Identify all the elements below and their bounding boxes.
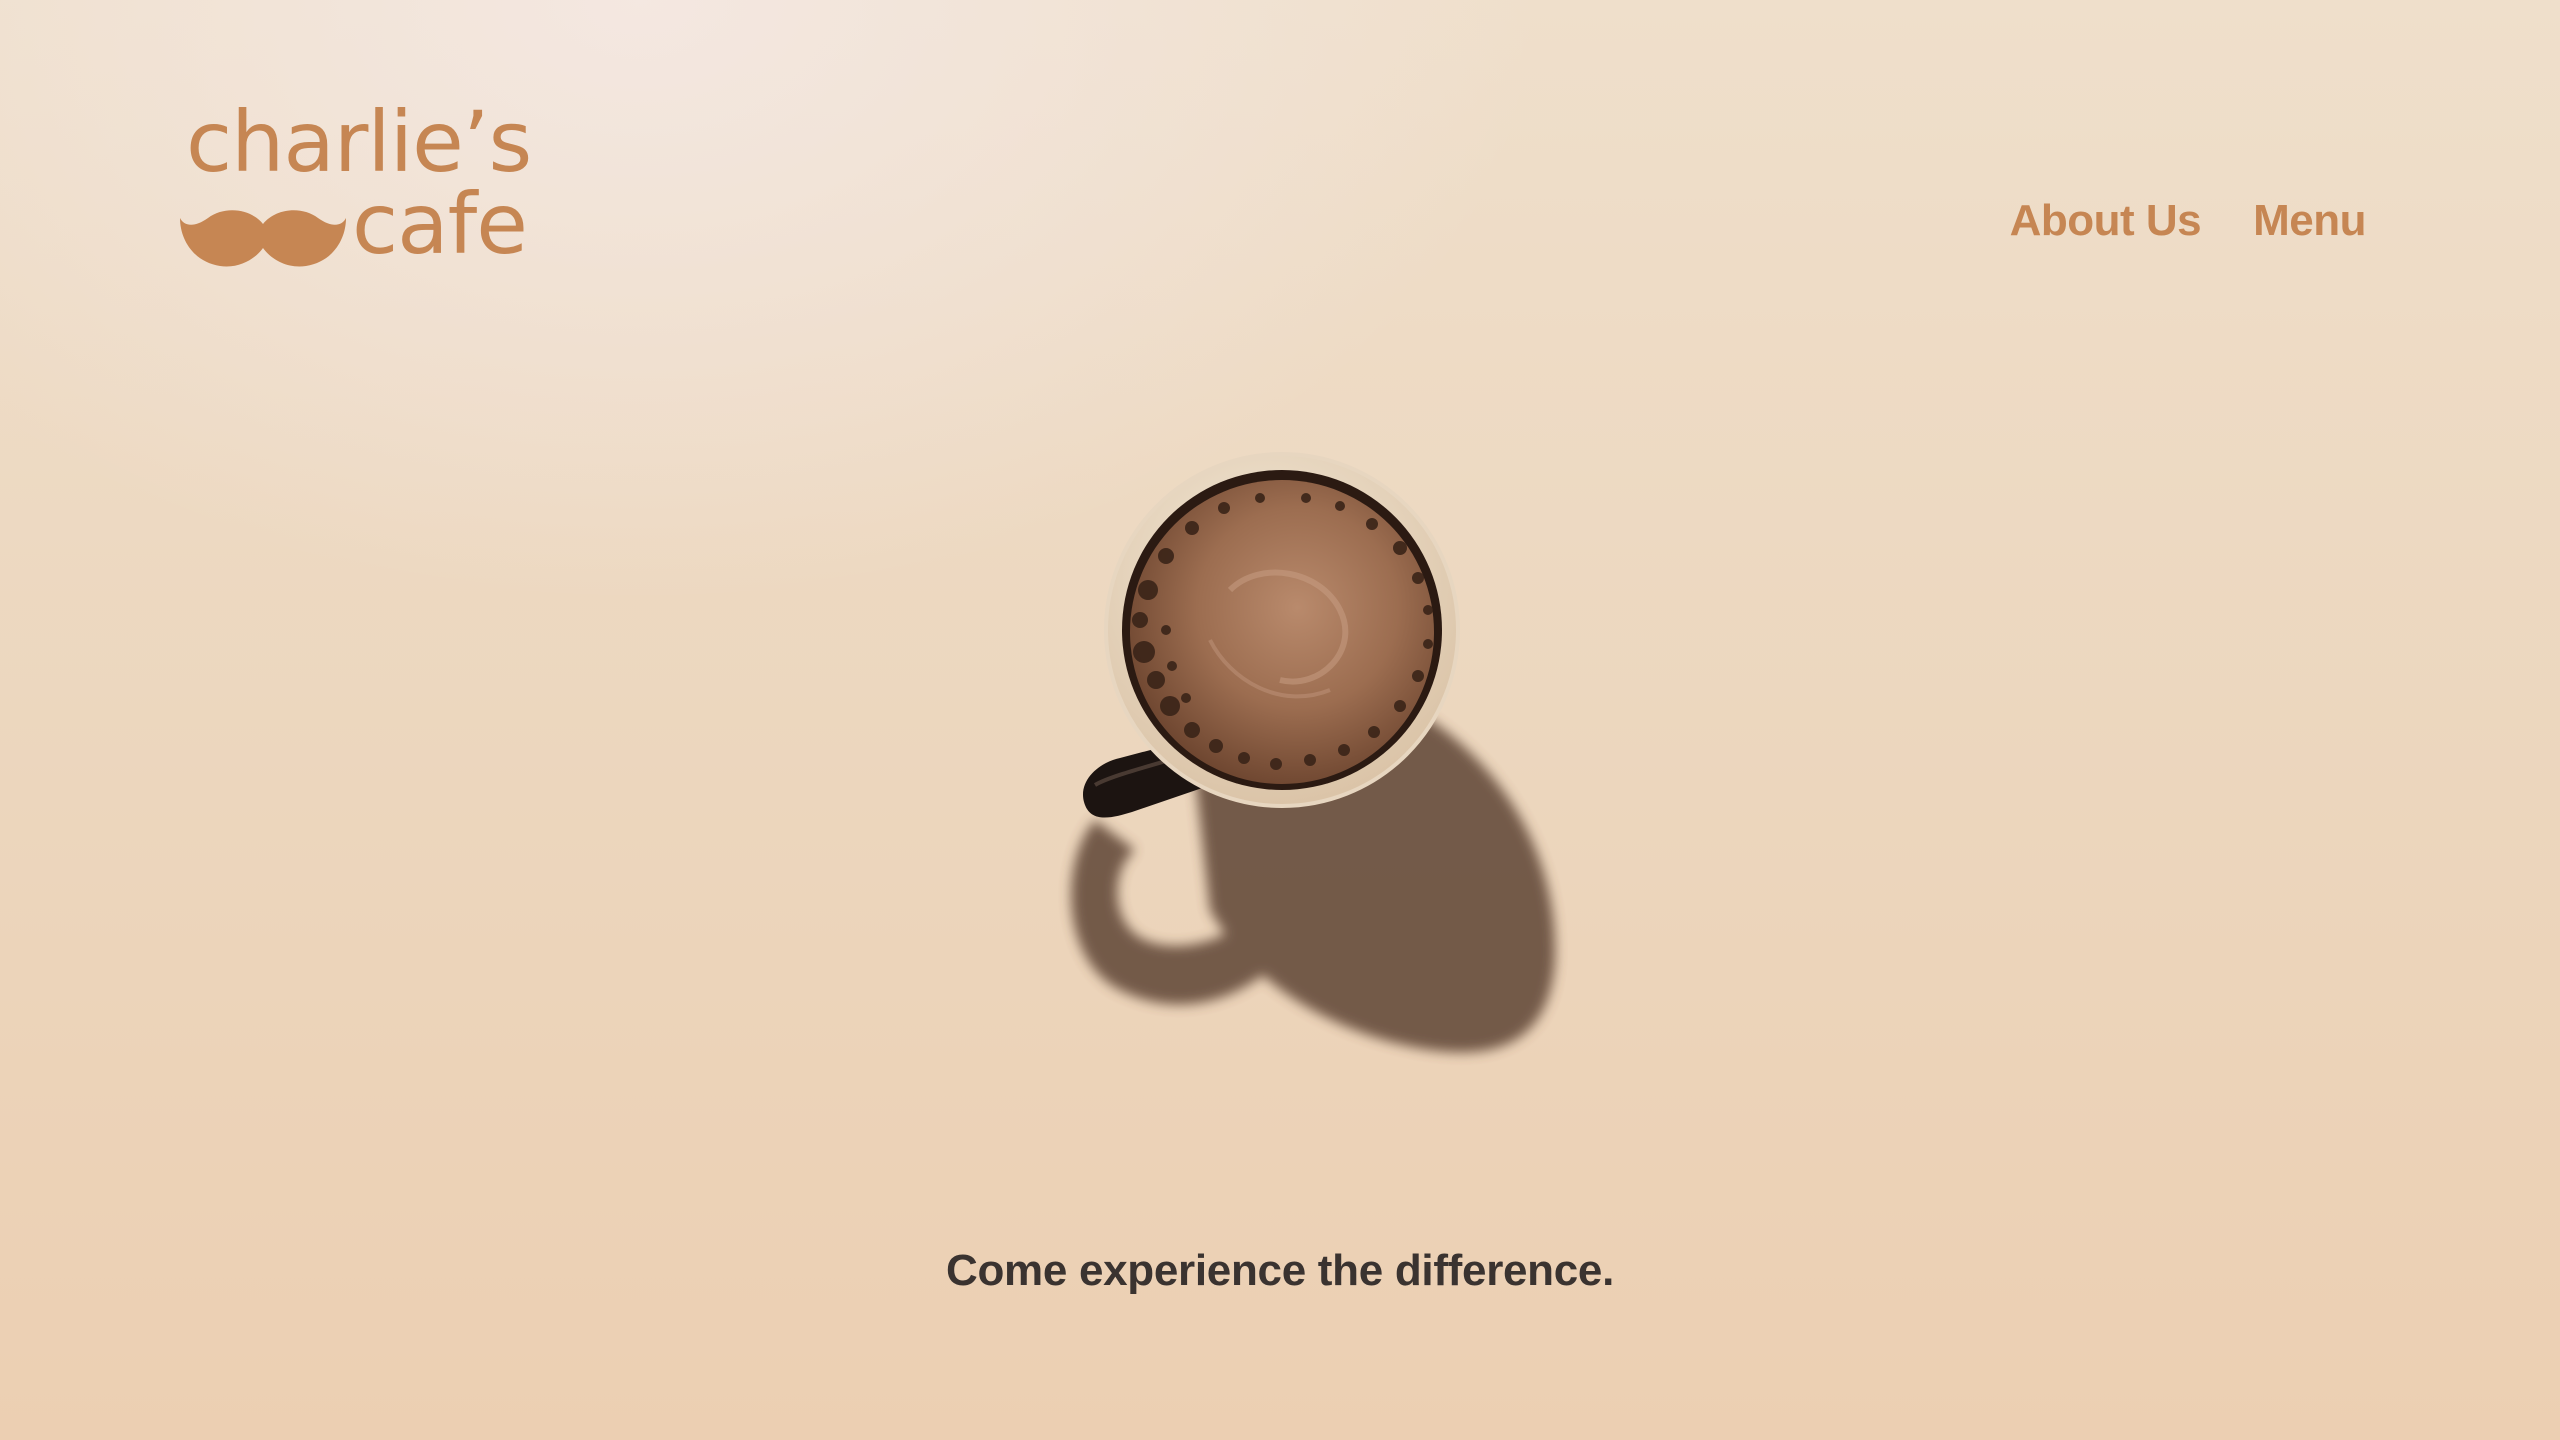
nav-link-about-us[interactable]: About Us bbox=[2010, 196, 2202, 246]
nav-link-menu[interactable]: Menu bbox=[2253, 196, 2366, 246]
mustache-icon bbox=[180, 210, 346, 267]
logo-text-cafe: cafe bbox=[352, 175, 528, 273]
brand-logo[interactable]: charlie’s cafe bbox=[180, 100, 540, 280]
coffee-cup-image bbox=[1071, 452, 1556, 1053]
logo-text-charlies: charlie’s bbox=[186, 93, 532, 191]
hero-section: charlie’s cafe About Us Menu Come experi… bbox=[0, 0, 2560, 1440]
hero-tagline: Come experience the difference. bbox=[945, 1246, 1615, 1295]
main-nav: About Us Menu bbox=[2010, 196, 2367, 246]
